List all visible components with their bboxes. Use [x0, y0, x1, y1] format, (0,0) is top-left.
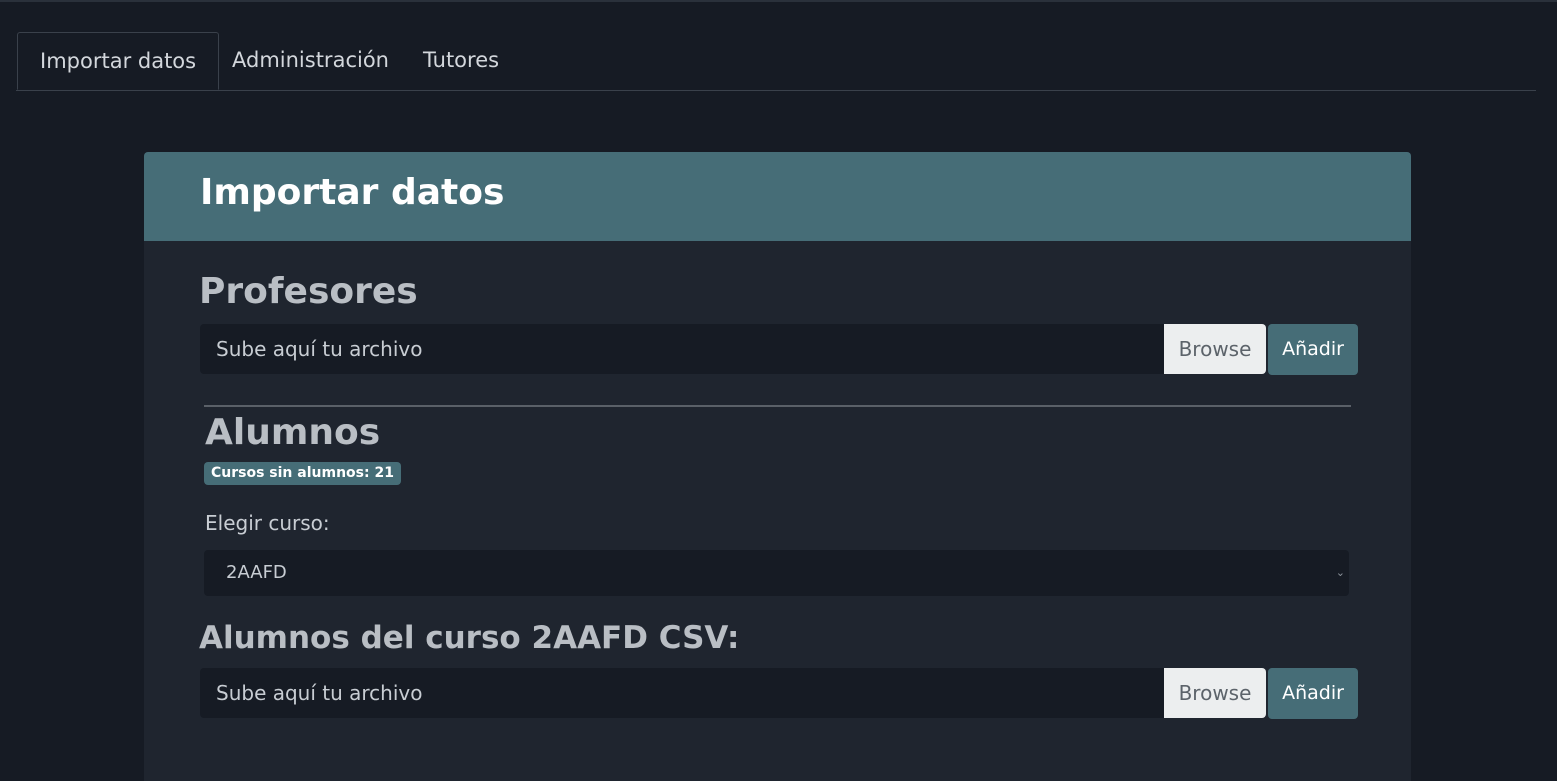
tab-administracion[interactable]: Administración: [210, 32, 411, 89]
alumnos-add-button[interactable]: Añadir: [1268, 668, 1358, 719]
profesores-heading: Profesores: [199, 271, 418, 312]
card-header: Importar datos: [144, 152, 1411, 241]
nav-tabs: Importar datos Administración Tutores: [16, 32, 1536, 91]
alumnos-csv-heading: Alumnos del curso 2AAFD CSV:: [199, 620, 740, 656]
profesores-file-input[interactable]: Sube aquí tu archivo Browse: [200, 324, 1266, 374]
course-select-value: 2AAFD: [226, 562, 287, 583]
tab-tutores[interactable]: Tutores: [401, 32, 521, 89]
profesores-add-button[interactable]: Añadir: [1268, 324, 1358, 375]
profesores-browse-button[interactable]: Browse: [1164, 324, 1266, 374]
top-border: [0, 0, 1557, 2]
card-title: Importar datos: [200, 172, 505, 213]
alumnos-browse-button[interactable]: Browse: [1164, 668, 1266, 718]
cursos-sin-alumnos-badge: Cursos sin alumnos: 21: [204, 462, 401, 485]
elegir-curso-label: Elegir curso:: [205, 511, 330, 535]
section-divider: [204, 405, 1351, 407]
chevron-down-icon: ⌄: [1335, 566, 1345, 579]
course-select[interactable]: 2AAFD ⌄: [204, 550, 1349, 596]
profesores-file-placeholder: Sube aquí tu archivo: [216, 337, 423, 361]
alumnos-file-placeholder: Sube aquí tu archivo: [216, 681, 423, 705]
alumnos-heading: Alumnos: [205, 412, 381, 453]
import-card: Importar datos Profesores Sube aquí tu a…: [144, 152, 1411, 781]
alumnos-file-input[interactable]: Sube aquí tu archivo Browse: [200, 668, 1266, 718]
tab-importar-datos[interactable]: Importar datos: [17, 32, 220, 90]
